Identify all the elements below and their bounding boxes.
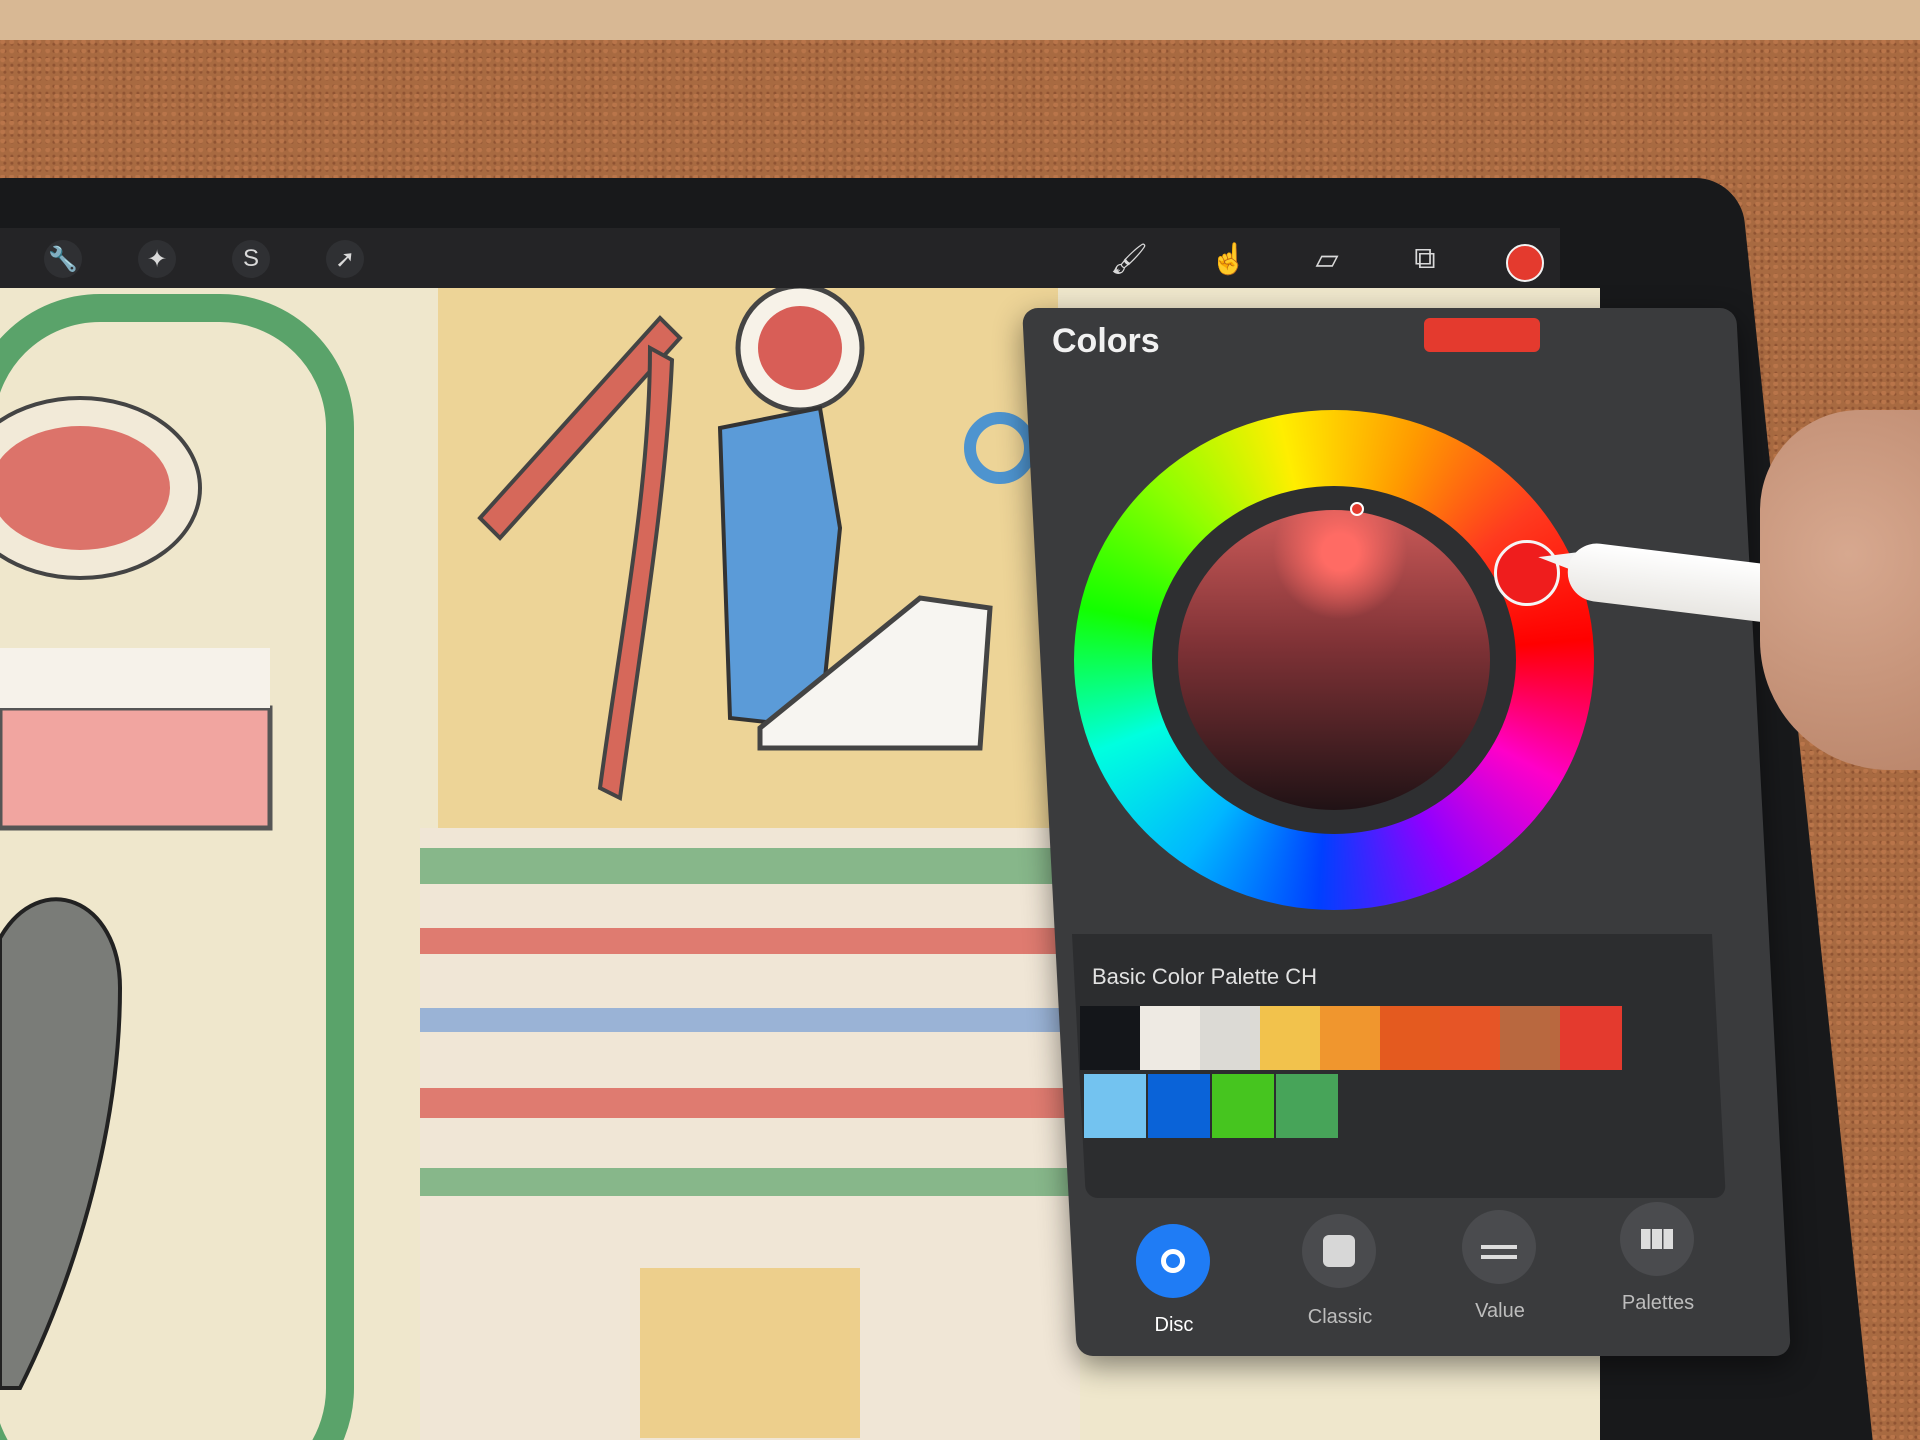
classic-tab-icon[interactable] bbox=[1302, 1214, 1376, 1288]
saturation-brightness-disc[interactable] bbox=[1178, 510, 1490, 810]
color-mode-tabs: Disc Classic Value Palettes bbox=[1090, 1202, 1730, 1336]
hue-knob[interactable] bbox=[1494, 540, 1560, 606]
magic-wand-icon[interactable]: ✦ bbox=[138, 240, 176, 278]
palette-swatch[interactable] bbox=[1320, 1006, 1382, 1070]
saturation-brightness-knob[interactable] bbox=[1350, 502, 1364, 516]
palette-swatch[interactable] bbox=[1380, 1006, 1442, 1070]
palette-swatch[interactable] bbox=[1148, 1074, 1210, 1138]
current-color-swatch[interactable] bbox=[1424, 318, 1540, 352]
palette-swatch[interactable] bbox=[1200, 1006, 1262, 1070]
palette-swatch[interactable] bbox=[1080, 1006, 1142, 1070]
selection-icon[interactable]: S bbox=[232, 240, 270, 278]
palette-swatch[interactable] bbox=[1276, 1074, 1338, 1138]
tab-disc-label: Disc bbox=[1154, 1314, 1194, 1336]
palette-swatch[interactable] bbox=[1140, 1006, 1202, 1070]
wrench-icon[interactable]: 🔧 bbox=[44, 240, 82, 278]
palette-swatch[interactable] bbox=[1440, 1006, 1502, 1070]
brush-icon[interactable]: 🖌 bbox=[1108, 238, 1150, 280]
palette-swatch[interactable] bbox=[1084, 1074, 1146, 1138]
tab-classic-label: Classic bbox=[1307, 1306, 1373, 1328]
tab-value-label: Value bbox=[1475, 1300, 1525, 1322]
tab-palettes-label: Palettes bbox=[1621, 1292, 1695, 1314]
value-tab-icon[interactable] bbox=[1462, 1210, 1536, 1284]
palettes-tab-icon[interactable] bbox=[1620, 1202, 1694, 1276]
photo-scene: 🔧 ✦ S ➚ 🖌 ☝ ▱ ⧉ Colors Basic Color Palet… bbox=[0, 0, 1920, 1440]
transform-arrow-icon[interactable]: ➚ bbox=[326, 240, 364, 278]
eraser-icon[interactable]: ▱ bbox=[1306, 238, 1348, 280]
palette-swatch[interactable] bbox=[1560, 1006, 1622, 1070]
layers-icon[interactable]: ⧉ bbox=[1404, 238, 1446, 280]
value-mode-icon bbox=[1481, 1245, 1517, 1249]
hand bbox=[1760, 410, 1920, 770]
disc-tab-icon[interactable] bbox=[1136, 1224, 1210, 1298]
classic-mode-icon bbox=[1323, 1235, 1355, 1267]
colors-panel-title: Colors bbox=[1052, 322, 1160, 360]
disc-mode-icon bbox=[1161, 1249, 1185, 1273]
palette-swatch[interactable] bbox=[1212, 1074, 1274, 1138]
smudge-icon[interactable]: ☝ bbox=[1208, 238, 1250, 280]
palette-swatch[interactable] bbox=[1260, 1006, 1322, 1070]
palette-name: Basic Color Palette CH bbox=[1092, 964, 1317, 989]
palette-swatch[interactable] bbox=[1500, 1006, 1562, 1070]
palettes-mode-icon bbox=[1641, 1229, 1673, 1249]
current-color-button[interactable] bbox=[1506, 244, 1544, 282]
